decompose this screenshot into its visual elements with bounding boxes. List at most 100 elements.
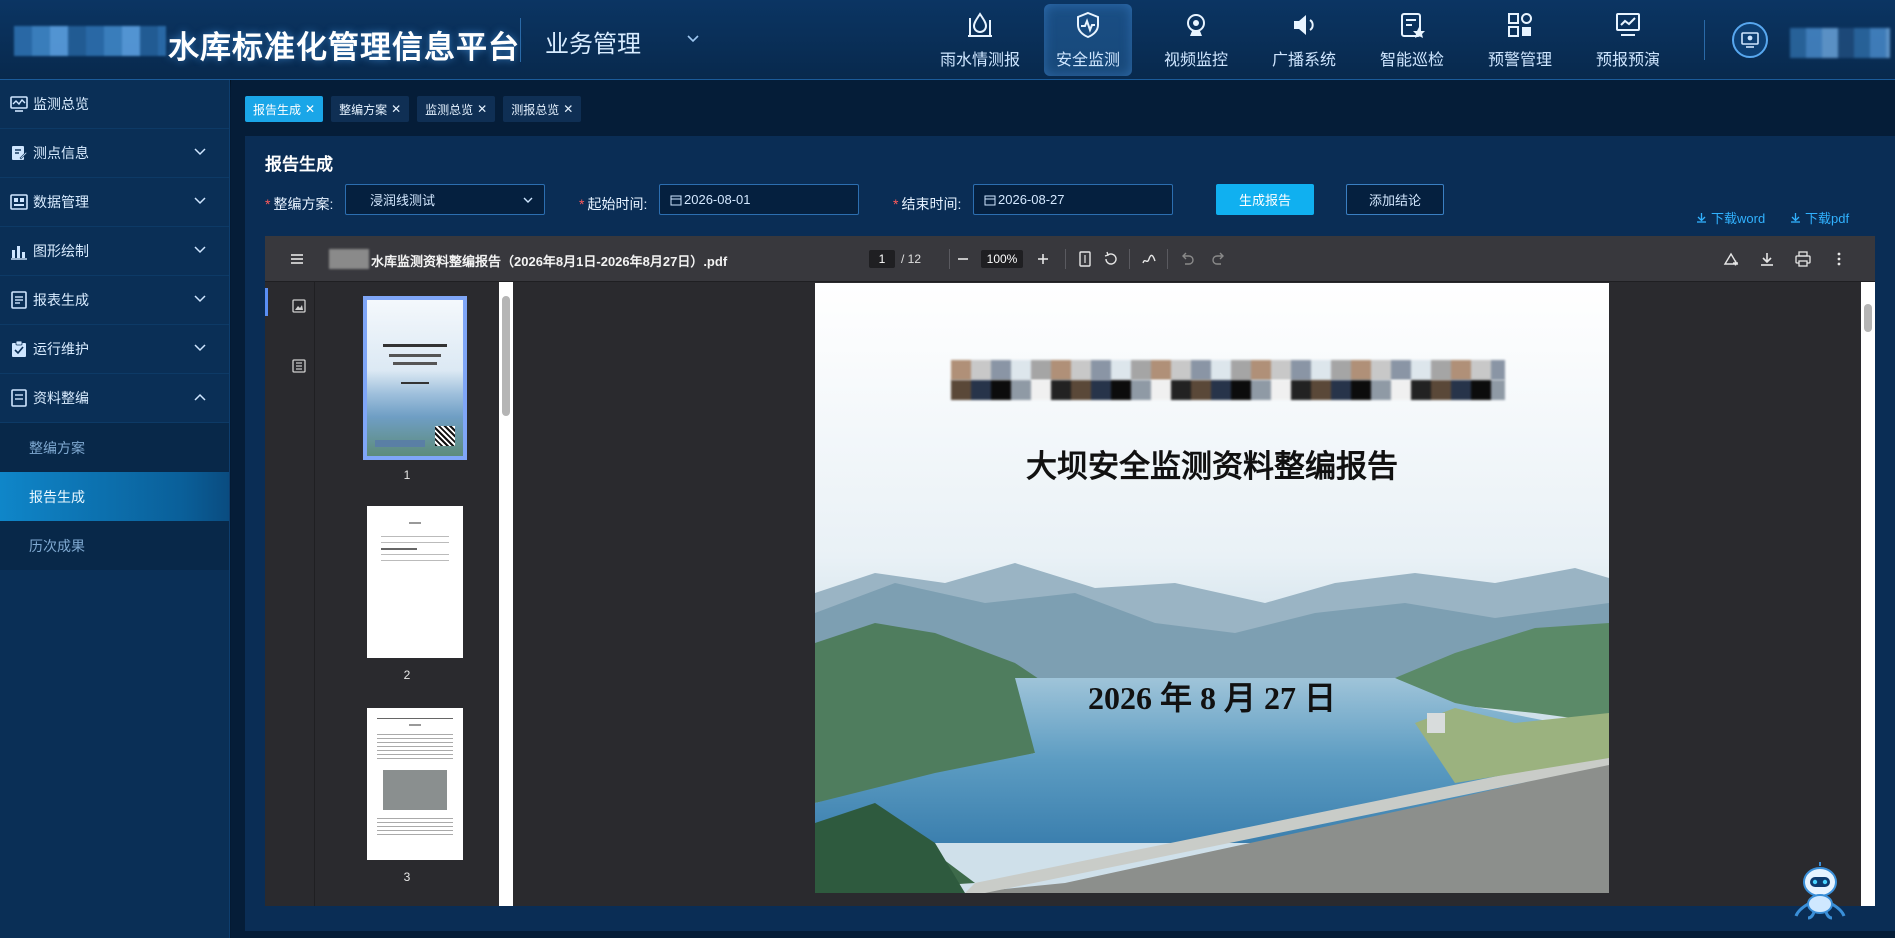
undo-icon[interactable] xyxy=(1179,251,1195,267)
active-marker xyxy=(265,288,268,316)
monitor-icon xyxy=(10,96,28,112)
top-header: 水库标准化管理信息平台 业务管理 雨水情测报 安全监测 视频监控 广播系统 智能… xyxy=(0,0,1895,80)
avatar[interactable] xyxy=(1732,22,1768,58)
zoom-level[interactable]: 100% xyxy=(981,250,1023,268)
tab-label: 测报总览 xyxy=(511,102,560,117)
sidebar-item-label: 报表生成 xyxy=(33,292,89,308)
chevron-up-icon xyxy=(194,393,206,401)
end-date-input[interactable]: 2026-08-27 xyxy=(973,184,1173,215)
sidebar-item-operation-maintenance[interactable]: 运行维护 xyxy=(0,325,229,374)
close-icon[interactable]: ✕ xyxy=(391,102,401,116)
chevron-down-icon xyxy=(194,246,206,254)
redo-icon[interactable] xyxy=(1211,251,1227,267)
thumbnail-page[interactable] xyxy=(367,708,463,860)
sidebar-item-graph-drawing[interactable]: 图形绘制 xyxy=(0,227,229,276)
zoom-out-icon[interactable] xyxy=(955,251,971,267)
scheme-select[interactable]: 浸润线测试 xyxy=(345,184,545,215)
menu-icon[interactable] xyxy=(289,251,305,267)
nav-broadcast[interactable]: 广播系统 xyxy=(1260,4,1348,76)
tab-compilation-scheme[interactable]: 整编方案 ✕ xyxy=(331,96,410,122)
username-blurred[interactable] xyxy=(1790,28,1890,58)
scroll-handle[interactable] xyxy=(502,296,510,416)
start-date-input[interactable]: 2026-08-01 xyxy=(659,184,859,215)
nav-label: 视频监控 xyxy=(1163,52,1228,69)
sidebar-subitem-compilation-scheme[interactable]: 整编方案 xyxy=(0,423,229,472)
tab-forecast-overview[interactable]: 测报总览 ✕ xyxy=(503,96,582,122)
image-icon[interactable] xyxy=(291,298,307,314)
nav-smart-inspection[interactable]: 智能巡检 xyxy=(1368,4,1456,76)
close-icon[interactable]: ✕ xyxy=(305,102,315,116)
nav-video-monitoring[interactable]: 视频监控 xyxy=(1152,4,1240,76)
sidebar-item-label: 监测总览 xyxy=(33,96,89,112)
thumbnail-page[interactable] xyxy=(367,506,463,658)
speaker-icon xyxy=(1294,15,1314,35)
chevron-down-icon[interactable] xyxy=(686,32,700,46)
user-screen-icon xyxy=(1741,32,1759,48)
monitor-chart-icon xyxy=(1616,13,1640,36)
thumbnail-scrollbar[interactable] xyxy=(499,282,513,906)
logo-blurred xyxy=(14,26,166,56)
page-scrollbar[interactable] xyxy=(1861,282,1875,906)
download-icon xyxy=(1697,213,1706,223)
sidebar-item-report-generation[interactable]: 报表生成 xyxy=(0,276,229,325)
sign-icon[interactable] xyxy=(1723,251,1739,267)
more-options-icon[interactable] xyxy=(1831,251,1847,267)
report-panel: 报告生成 * 整编方案: 浸润线测试 * 起始时间: 2026-08-01 * 结束时… xyxy=(245,136,1895,931)
end-time-label: * 结束时间: xyxy=(893,196,962,212)
sidebar-item-data-management[interactable]: 数据管理 xyxy=(0,178,229,227)
business-menu-label[interactable]: 业务管理 xyxy=(545,24,641,59)
close-icon[interactable]: ✕ xyxy=(563,102,573,116)
chevron-down-icon xyxy=(194,197,206,205)
sidebar-item-label: 测点信息 xyxy=(33,145,89,161)
generate-report-button[interactable]: 生成报告 xyxy=(1216,184,1314,215)
nav-forecast-drill[interactable]: 预报预演 xyxy=(1584,4,1672,76)
nav-label: 广播系统 xyxy=(1271,52,1336,69)
tab-label: 报告生成 xyxy=(253,102,302,117)
file-name-blurred xyxy=(329,249,369,269)
download-word-link[interactable]: 下载word xyxy=(1696,208,1765,227)
thumbnail-number: 2 xyxy=(403,668,411,682)
shield-pulse-icon xyxy=(1077,11,1099,39)
pdf-page-canvas: 大坝安全监测资料整编报告 2026 年 8 月 27 日 xyxy=(815,283,1609,893)
start-date-value: 2026-08-01 xyxy=(684,192,751,207)
zoom-in-icon[interactable] xyxy=(1035,251,1051,267)
sidebar-item-label: 资料整编 xyxy=(33,390,89,406)
sidebar-item-data-compilation[interactable]: 资料整编 xyxy=(0,374,229,423)
nav-rain-forecast[interactable]: 雨水情测报 xyxy=(936,4,1024,76)
download-pdf-link[interactable]: 下载pdf xyxy=(1790,208,1849,227)
database-icon xyxy=(10,194,28,210)
close-icon[interactable]: ✕ xyxy=(477,102,487,116)
sidebar-item-point-info[interactable]: 测点信息 xyxy=(0,129,229,178)
bar-chart-icon xyxy=(11,246,27,260)
pdf-toolbar: 水库监测资料整编报告（2026年8月1日-2026年8月27日）.pdf 1 /… xyxy=(265,236,1875,282)
tab-report-generation[interactable]: 报告生成 ✕ xyxy=(245,96,324,122)
page-number-input[interactable]: 1 xyxy=(869,250,895,268)
thumbnail-number: 3 xyxy=(403,870,411,884)
assistant-robot-icon[interactable] xyxy=(1790,860,1850,920)
add-conclusion-button[interactable]: 添加结论 xyxy=(1346,184,1444,215)
scroll-handle[interactable] xyxy=(1864,304,1872,332)
sidebar-item-monitor-overview[interactable]: 监测总览 xyxy=(0,80,229,129)
toolbar-divider xyxy=(1167,249,1168,269)
print-icon[interactable] xyxy=(1795,251,1811,267)
thumbnail-list: 1 2 3 xyxy=(315,282,499,906)
nav-warning-management[interactable]: 预警管理 xyxy=(1476,4,1564,76)
document-title: 大坝安全监测资料整编报告 xyxy=(1026,449,1398,485)
thumbnail-page[interactable] xyxy=(363,296,467,460)
sidebar-subitem-report-generation[interactable]: 报告生成 xyxy=(0,472,229,521)
nav-label: 预警管理 xyxy=(1487,52,1552,69)
nav-safety-monitoring[interactable]: 安全监测 xyxy=(1044,4,1132,76)
tabs-bar: 报告生成 ✕ 整编方案 ✕ 监测总览 ✕ 测报总览 ✕ xyxy=(245,96,589,122)
draw-icon[interactable] xyxy=(1141,251,1157,267)
nav-label: 智能巡检 xyxy=(1379,52,1444,69)
unit-name-blurred xyxy=(951,360,1505,380)
unit-name-blurred xyxy=(951,380,1505,400)
pdf-file-name: 水库监测资料整编报告（2026年8月1日-2026年8月27日）.pdf xyxy=(371,254,728,269)
chevron-down-icon xyxy=(194,148,206,156)
download-icon[interactable] xyxy=(1759,251,1775,267)
sidebar-subitem-past-results[interactable]: 历次成果 xyxy=(0,521,229,570)
fit-page-icon[interactable] xyxy=(1077,251,1093,267)
outline-icon[interactable] xyxy=(291,358,307,374)
rotate-icon[interactable] xyxy=(1103,251,1119,267)
tab-monitor-overview[interactable]: 监测总览 ✕ xyxy=(417,96,496,122)
